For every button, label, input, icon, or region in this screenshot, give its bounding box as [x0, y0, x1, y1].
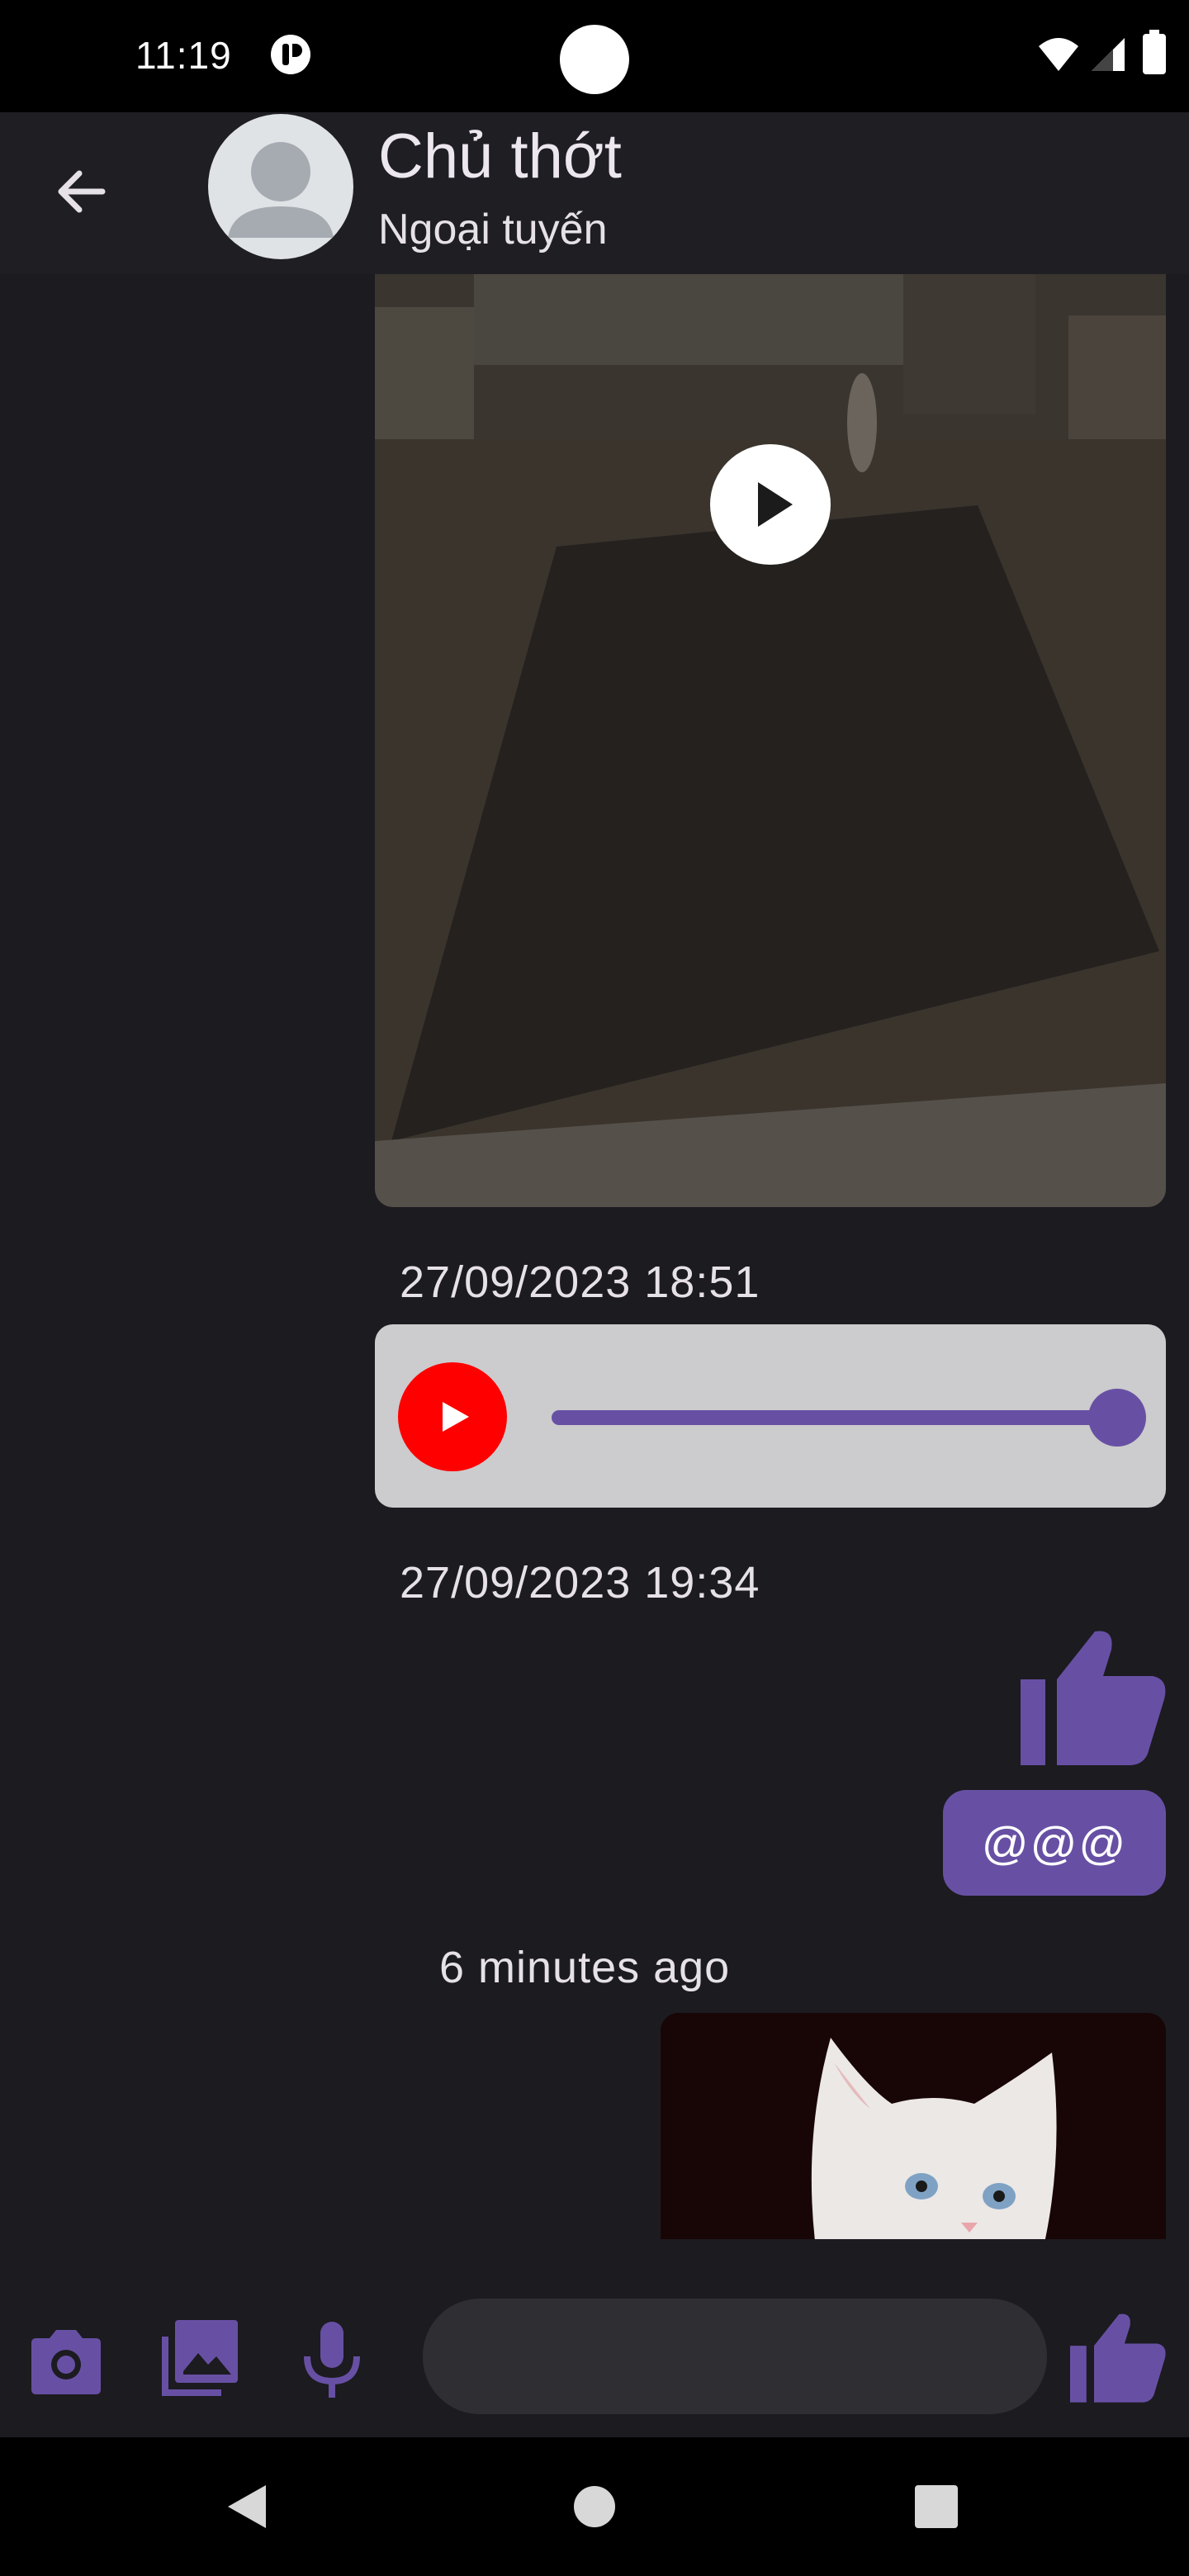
kitten-photo [661, 2013, 1166, 2239]
audio-progress-track[interactable] [552, 1410, 1123, 1425]
play-icon [758, 482, 793, 527]
audio-message [375, 1324, 1166, 1508]
gallery-icon [162, 2320, 238, 2396]
arrow-back-icon [58, 170, 106, 213]
audio-progress-thumb[interactable] [1088, 1389, 1146, 1447]
avatar[interactable] [208, 114, 353, 259]
camera-cutout [560, 25, 629, 94]
message-timestamp: 6 minutes ago [439, 1943, 731, 1992]
thumbs-up-icon [1021, 1631, 1166, 1765]
message-timestamp: 27/09/2023 19:34 [400, 1558, 760, 1608]
back-button[interactable] [36, 147, 126, 236]
send-like-button[interactable] [1070, 2312, 1166, 2403]
image-message[interactable] [661, 2013, 1166, 2239]
video-play-button[interactable] [710, 444, 831, 565]
message-timestamp: 27/09/2023 18:51 [400, 1257, 760, 1307]
contact-name: Chủ thớt [378, 121, 622, 192]
video-thumbnail [375, 274, 1166, 1207]
text-message-bubble[interactable]: @@@ [943, 1790, 1166, 1896]
nav-recents-icon[interactable] [915, 2485, 958, 2528]
wifi-icon [1039, 38, 1078, 71]
nav-home-icon[interactable] [573, 2485, 616, 2528]
gallery-button[interactable] [159, 2317, 241, 2399]
signal-icon [1092, 38, 1125, 71]
message-list[interactable]: 27/09/2023 18:51 27/09/2023 19:34 @@@ 6 … [0, 274, 1189, 2239]
message-input[interactable] [423, 2299, 1047, 2414]
notification-icon [271, 35, 310, 74]
status-time: 11:19 [135, 34, 232, 77]
audio-play-button[interactable] [398, 1362, 507, 1471]
thumbs-up-icon [1070, 2313, 1166, 2403]
mic-button[interactable] [291, 2318, 373, 2401]
video-message[interactable] [375, 274, 1166, 1207]
nav-back-icon[interactable] [223, 2482, 272, 2531]
youtube-play-icon [443, 1402, 469, 1432]
system-nav-bar [0, 2437, 1189, 2576]
camera-button[interactable] [25, 2320, 107, 2403]
contact-status: Ngoại tuyến [378, 206, 608, 253]
battery-icon [1143, 30, 1166, 74]
camera-icon [31, 2330, 101, 2394]
mic-icon [304, 2322, 360, 2398]
person-placeholder-icon [228, 142, 334, 238]
status-bar: 11:19 [0, 0, 1189, 112]
